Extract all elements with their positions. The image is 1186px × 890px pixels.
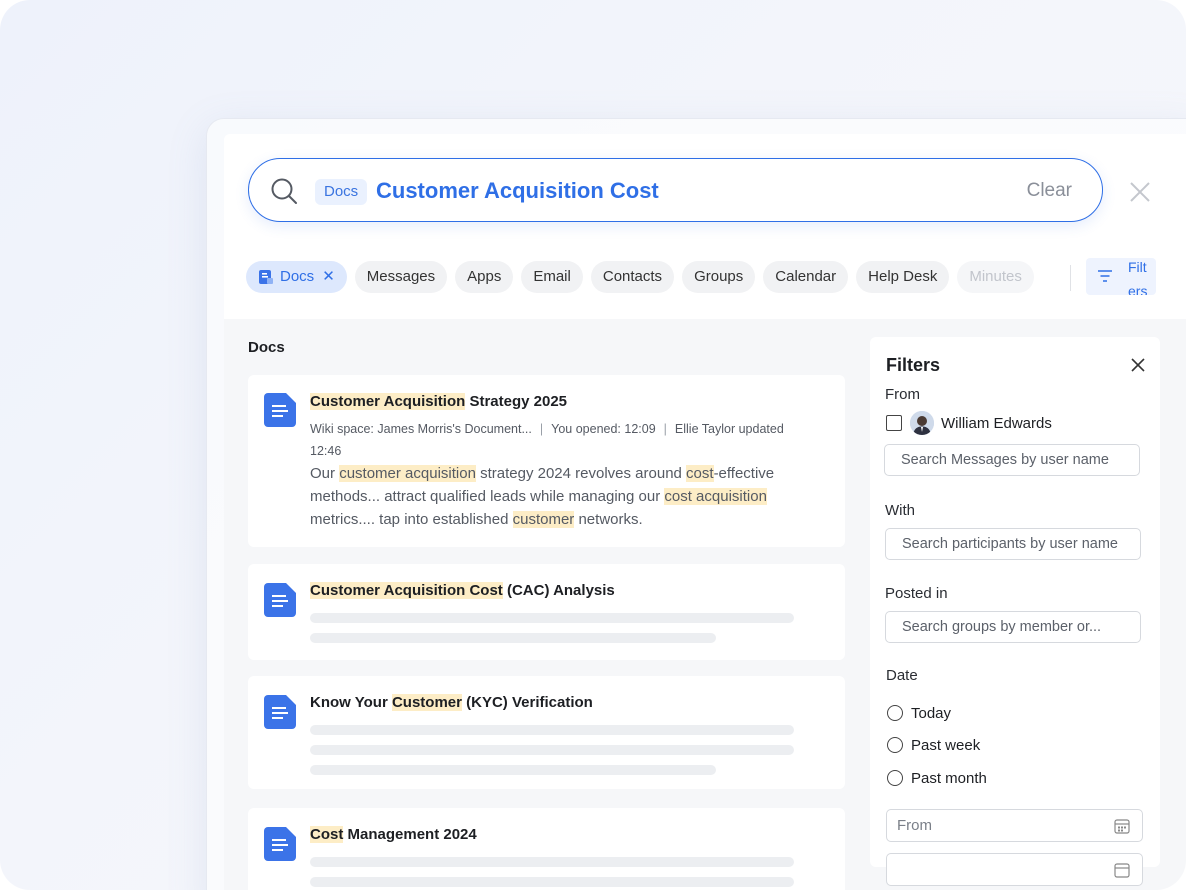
date-to-input[interactable] — [886, 853, 1143, 886]
search-window: Docs Clear Docs ✕ Messages Apps Email — [224, 134, 1186, 890]
posted-in-label: Posted in — [885, 585, 948, 602]
skeleton-line — [310, 613, 794, 623]
text-fragment: strategy 2024 revolves around — [475, 465, 687, 482]
meta-space: Wiki space: James Morris's Document... — [310, 422, 532, 436]
tab-minutes[interactable]: Minutes — [957, 261, 1034, 293]
tab-label: Docs — [280, 268, 315, 285]
tab-calendar[interactable]: Calendar — [763, 261, 849, 293]
tab-contacts[interactable]: Contacts — [590, 261, 675, 293]
tab-help-desk[interactable]: Help Desk — [856, 261, 950, 293]
meta-opened: You opened: 12:09 — [551, 422, 656, 436]
highlight-text: Customer — [391, 694, 462, 711]
highlight-text: cost — [686, 465, 714, 482]
clear-button[interactable]: Clear — [1027, 177, 1072, 205]
filter-icon — [1098, 270, 1112, 282]
doc-icon — [259, 270, 273, 284]
user-checkbox[interactable] — [886, 415, 902, 431]
filters-toggle-button[interactable]: Filters — [1086, 258, 1156, 295]
result-card[interactable]: Cost Management 2024 — [248, 808, 845, 890]
result-meta: Wiki space: James Morris's Document... | Y… — [310, 422, 784, 458]
date-option-label: Past week — [911, 737, 981, 754]
with-label: With — [885, 502, 915, 519]
user-name: William Edwards — [941, 415, 1052, 432]
tab-apps[interactable]: Apps — [455, 261, 514, 293]
date-option-label: Past month — [911, 770, 987, 787]
doc-icon — [264, 583, 296, 617]
skeleton-line — [310, 857, 794, 867]
text-fragment: Know Your — [310, 694, 392, 711]
filter-panel-title: Filters — [886, 355, 941, 375]
highlight-text: customer — [512, 511, 575, 528]
tab-email[interactable]: Email — [521, 261, 583, 293]
doc-icon — [264, 695, 296, 729]
search-bar: Docs Clear — [248, 158, 1103, 222]
result-card[interactable]: Customer Acquisition Cost (CAC) Analysis — [248, 564, 845, 660]
date-option-label: Today — [911, 705, 952, 722]
avatar — [910, 411, 934, 435]
search-icon — [271, 178, 297, 204]
doc-icon — [264, 827, 296, 861]
background: Docs Clear Docs ✕ Messages Apps Email — [0, 0, 1186, 890]
tab-docs[interactable]: Docs ✕ — [246, 261, 347, 293]
date-from-placeholder: From — [897, 817, 932, 834]
result-title[interactable]: Cost Management 2024 — [310, 826, 477, 843]
result-title[interactable]: Customer Acquisition Strategy 2025 — [310, 393, 567, 410]
date-radio-today[interactable] — [887, 705, 903, 721]
date-radio-past-week[interactable] — [887, 737, 903, 753]
text-fragment: metrics.... tap into established — [310, 511, 513, 528]
text-fragment: Strategy 2025 — [465, 393, 568, 410]
user-avatar-icon — [910, 411, 934, 435]
calendar-icon[interactable] — [1114, 862, 1130, 878]
date-label: Date — [886, 667, 918, 684]
result-card[interactable]: Know Your Customer (KYC) Verification — [248, 676, 845, 789]
result-snippet: Our customer acquisition strategy 2024 r… — [310, 462, 820, 531]
text-fragment: Management 2024 — [343, 826, 477, 843]
posted-in-search-input[interactable] — [885, 611, 1141, 643]
result-title[interactable]: Customer Acquisition Cost (CAC) Analysis — [310, 582, 615, 599]
remove-filter-icon[interactable]: ✕ — [322, 261, 335, 293]
filters-toggle-label: Filters — [1128, 259, 1148, 295]
text-fragment: (KYC) Verification — [461, 694, 593, 711]
section-title: Docs — [248, 339, 285, 356]
tab-groups[interactable]: Groups — [682, 261, 756, 293]
meta-updated: Ellie Taylor updated — [674, 422, 784, 436]
tab-messages[interactable]: Messages — [354, 261, 448, 293]
skeleton-line — [310, 633, 716, 643]
skeleton-line — [310, 745, 794, 755]
highlight-text: cost acquisition — [664, 488, 767, 505]
highlight-text: Customer Acquisition Cost — [310, 582, 503, 599]
category-tabs: Docs ✕ Messages Apps Email Contacts Grou… — [246, 261, 1066, 293]
tabs-divider — [1070, 265, 1071, 291]
doc-icon — [264, 393, 296, 427]
text-fragment: networks. — [574, 511, 643, 528]
skeleton-line — [310, 877, 794, 887]
close-icon[interactable] — [1130, 357, 1146, 373]
with-search-input[interactable] — [885, 528, 1141, 560]
filter-panel: Filters From William Edwards Search Mess… — [870, 337, 1160, 886]
results-area: Docs Customer Acquisition Strategy 2025 … — [224, 319, 1186, 890]
highlight-text: Cost — [310, 826, 344, 843]
skeleton-line — [310, 725, 794, 735]
result-card[interactable]: Customer Acquisition Strategy 2025 Wiki … — [248, 375, 845, 547]
search-input[interactable] — [376, 175, 896, 207]
date-radio-past-month[interactable] — [887, 770, 903, 786]
from-search-input[interactable] — [884, 444, 1140, 476]
highlight-text: Customer Acquisition — [310, 393, 466, 410]
text-fragment: (CAC) Analysis — [502, 582, 615, 599]
from-label: From — [885, 386, 920, 403]
calendar-icon[interactable] — [1114, 818, 1130, 834]
highlight-text: customer acquisition — [339, 465, 476, 482]
date-from-input[interactable]: From — [886, 809, 1143, 842]
search-scope-chip[interactable]: Docs — [315, 179, 368, 205]
result-title[interactable]: Know Your Customer (KYC) Verification — [310, 694, 593, 711]
meta-updated-time: 12:46 — [310, 444, 342, 458]
close-icon[interactable] — [1128, 180, 1152, 204]
text-fragment: Our — [310, 465, 340, 482]
skeleton-line — [310, 765, 716, 775]
